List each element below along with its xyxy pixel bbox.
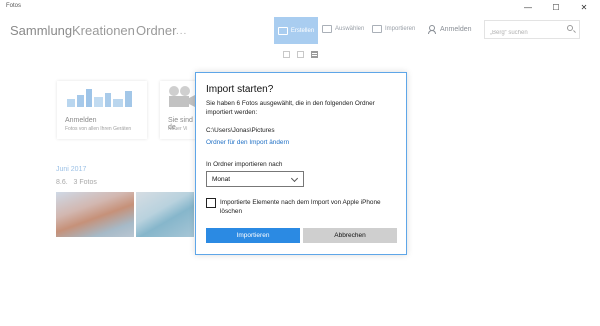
view-medium-icon[interactable] bbox=[297, 51, 304, 58]
select-label: Auswählen bbox=[335, 26, 365, 32]
more-options-button[interactable]: ... bbox=[176, 26, 187, 37]
sign-in-card-title: Anmelden bbox=[65, 117, 97, 124]
maximize-button[interactable]: ☐ bbox=[542, 0, 570, 14]
target-folder-path: C:\Users\Jonas\Pictures bbox=[206, 127, 275, 134]
video-card[interactable]: Sie sind de Neuer Vi bbox=[160, 81, 200, 139]
import-dialog: Import starten? Sie haben 6 Fotos ausgew… bbox=[195, 72, 407, 255]
person-icon bbox=[428, 25, 436, 34]
search-icon[interactable] bbox=[567, 25, 573, 31]
minimize-button[interactable]: — bbox=[514, 0, 542, 14]
sign-in-label: Anmelden bbox=[440, 25, 472, 33]
city-skyline-icon bbox=[67, 89, 132, 107]
sign-in-button[interactable]: Anmelden bbox=[428, 18, 472, 40]
select-icon bbox=[322, 25, 332, 33]
import-icon bbox=[372, 25, 382, 33]
cancel-button[interactable]: Abbrechen bbox=[303, 228, 397, 243]
photo-count: 3 Fotos bbox=[73, 179, 97, 186]
create-button[interactable]: Erstellen bbox=[274, 17, 318, 44]
app-title: Fotos bbox=[6, 3, 22, 9]
search-input[interactable] bbox=[485, 24, 563, 42]
title-bar: Fotos — ☐ ✕ bbox=[0, 0, 600, 14]
month-heading[interactable]: Juni 2017 bbox=[56, 166, 86, 173]
import-toolbar-label: Importieren bbox=[385, 26, 416, 32]
photo-thumbnail[interactable] bbox=[56, 192, 134, 237]
video-card-subtitle: Neuer Vi bbox=[168, 126, 188, 132]
dialog-title: Import starten? bbox=[206, 84, 274, 95]
delete-after-import-label[interactable]: Importierte Elemente nach dem Import von… bbox=[220, 198, 400, 216]
dialog-message: Sie haben 6 Fotos ausgewählt, die in den… bbox=[206, 100, 375, 116]
change-folder-link[interactable]: Ordner für den Import ändern bbox=[206, 139, 289, 146]
day-label: 8.6. bbox=[56, 179, 68, 186]
sign-in-card[interactable]: Anmelden Fotos von allen Ihren Geräten bbox=[57, 81, 147, 139]
tab-kreationen[interactable]: Kreationen bbox=[72, 23, 135, 38]
delete-after-import-checkbox[interactable] bbox=[206, 198, 216, 208]
tab-ordner[interactable]: Ordner bbox=[136, 23, 176, 38]
import-into-label: In Ordner importieren nach bbox=[206, 161, 283, 168]
search-box[interactable] bbox=[484, 20, 580, 42]
tab-sammlung[interactable]: Sammlung bbox=[10, 23, 72, 38]
close-button[interactable]: ✕ bbox=[570, 0, 598, 14]
select-button[interactable]: Auswählen bbox=[322, 18, 364, 40]
sign-in-card-subtitle: Fotos von allen Ihren Geräten bbox=[65, 126, 132, 132]
chevron-down-icon bbox=[290, 174, 299, 183]
film-camera-icon bbox=[169, 86, 195, 107]
create-icon bbox=[277, 26, 288, 35]
create-label: Erstellen bbox=[290, 27, 315, 34]
import-button[interactable]: Importieren bbox=[206, 228, 300, 243]
grouping-dropdown-value: Monat bbox=[212, 175, 231, 183]
import-toolbar-button[interactable]: Importieren bbox=[372, 18, 415, 40]
day-heading: 8.6. 3 Fotos bbox=[56, 179, 97, 186]
view-large-icon[interactable] bbox=[283, 51, 290, 58]
grouping-dropdown[interactable]: Monat bbox=[206, 171, 304, 187]
view-small-icon[interactable] bbox=[311, 51, 318, 58]
photo-thumbnail[interactable] bbox=[136, 192, 194, 237]
